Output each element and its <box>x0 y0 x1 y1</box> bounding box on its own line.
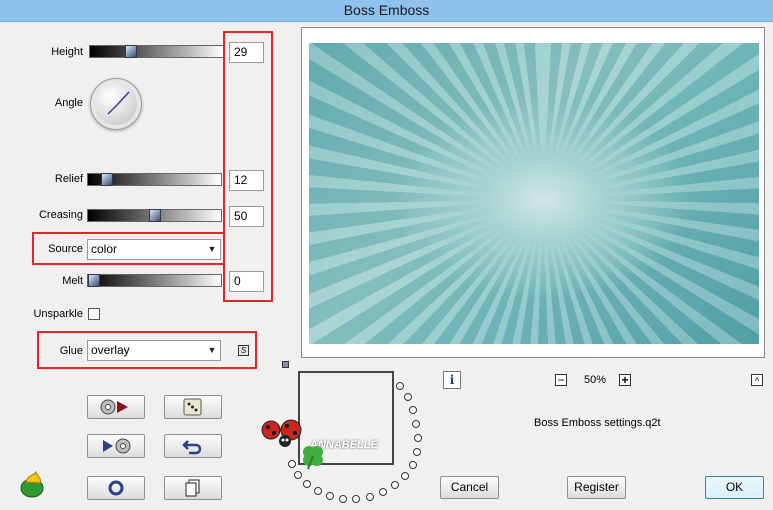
clover-icon <box>303 446 323 470</box>
melt-slider-thumb[interactable] <box>88 274 100 287</box>
expand-button[interactable]: ^ <box>751 374 763 386</box>
source-selected-value: color <box>91 242 118 256</box>
creasing-slider[interactable] <box>87 209 222 222</box>
decoration-dot <box>401 472 409 480</box>
creasing-label: Creasing <box>38 209 83 221</box>
preview-panel[interactable] <box>301 27 765 358</box>
flaming-pear-logo-icon <box>20 470 44 498</box>
play-film-icon <box>103 438 131 454</box>
glue-selected-value: overlay <box>91 343 130 357</box>
settings-file-name: Boss Emboss settings.q2t <box>534 417 661 429</box>
values-highlight-box <box>223 31 273 302</box>
window-title: Boss Emboss <box>343 2 430 18</box>
decoration-dot <box>414 434 422 442</box>
link-toggle-label: S <box>240 346 247 355</box>
reset-button[interactable] <box>87 476 145 500</box>
ok-button-label: OK <box>725 480 744 494</box>
melt-slider[interactable] <box>87 274 222 287</box>
chevron-down-icon: ▼ <box>207 345 217 355</box>
glue-select[interactable]: overlay ▼ <box>87 340 221 361</box>
caret-up-icon: ^ <box>754 376 760 386</box>
angle-needle-icon <box>107 91 130 115</box>
preview-handle[interactable] <box>282 361 289 368</box>
register-button[interactable]: Register <box>567 476 626 499</box>
zoom-out-button[interactable]: − <box>555 374 567 386</box>
decoration-dot <box>314 487 322 495</box>
play-film-button[interactable] <box>87 434 145 458</box>
copy-button[interactable] <box>164 476 222 500</box>
undo-arrow-icon <box>182 440 202 455</box>
register-button-label: Register <box>574 480 619 494</box>
height-label: Height <box>51 46 83 58</box>
decoration-dot <box>326 492 334 500</box>
random-button[interactable] <box>164 395 222 419</box>
plus-icon: + <box>621 373 629 387</box>
glue-label: Glue <box>59 345 83 357</box>
decoration-dot <box>352 495 360 503</box>
decoration-dot <box>379 488 387 496</box>
info-button[interactable]: i <box>443 371 461 389</box>
dice-icon <box>183 398 202 416</box>
flaming-pear-logo <box>18 470 48 500</box>
decoration-dot <box>339 495 347 503</box>
clover-decoration <box>298 441 328 471</box>
minus-icon: − <box>557 373 565 387</box>
decoration-dot <box>404 393 412 401</box>
unsparkle-label: Unsparkle <box>33 308 83 320</box>
angle-label: Angle <box>54 97 83 109</box>
relief-slider-thumb[interactable] <box>101 173 113 186</box>
source-label: Source <box>48 243 83 255</box>
decoration-dot <box>412 420 420 428</box>
decoration-dot <box>366 493 374 501</box>
cancel-button[interactable]: Cancel <box>440 476 499 499</box>
angle-dial[interactable] <box>90 78 142 130</box>
decoration-dot <box>396 382 404 390</box>
preview-image <box>309 43 759 344</box>
relief-label: Relief <box>54 173 83 185</box>
decoration-dot <box>409 461 417 469</box>
decoration-dot <box>303 480 311 488</box>
zoom-level: 50% <box>584 374 607 386</box>
window-title-bar: Boss Emboss <box>0 0 773 22</box>
source-select[interactable]: color ▼ <box>87 239 221 260</box>
zoom-in-button[interactable]: + <box>619 374 631 386</box>
info-icon: i <box>449 373 455 387</box>
cancel-button-label: Cancel <box>450 480 489 494</box>
decoration-dot <box>409 406 417 414</box>
height-slider-thumb[interactable] <box>125 45 137 58</box>
film-play-icon <box>100 399 128 415</box>
decoration-dot <box>294 471 302 479</box>
undo-button[interactable] <box>164 434 222 458</box>
load-preset-button[interactable] <box>87 395 145 419</box>
height-slider[interactable] <box>89 45 224 58</box>
creasing-slider-thumb[interactable] <box>149 209 161 222</box>
copy-pages-icon <box>185 479 200 497</box>
relief-slider[interactable] <box>87 173 222 186</box>
link-toggle-button[interactable]: S <box>238 345 249 356</box>
unsparkle-checkbox[interactable] <box>88 308 100 320</box>
decoration-dot <box>288 460 296 468</box>
ring-icon <box>108 480 124 496</box>
decoration-dot <box>413 448 421 456</box>
decoration-dot <box>391 481 399 489</box>
chevron-down-icon: ▼ <box>207 244 217 254</box>
ok-button[interactable]: OK <box>705 476 764 499</box>
melt-label: Melt <box>62 275 83 287</box>
